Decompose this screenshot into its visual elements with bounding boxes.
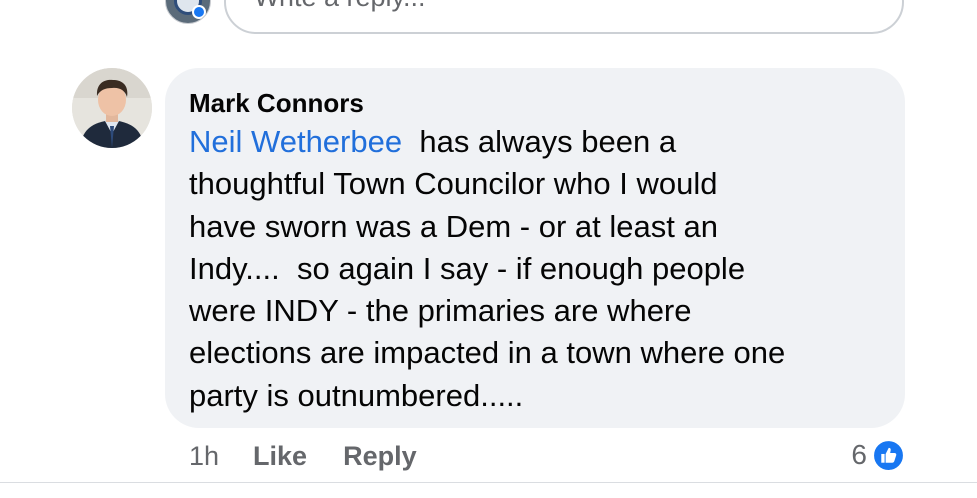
reaction-summary[interactable]: 6 [851,437,905,473]
comment-timestamp[interactable]: 1h [189,441,219,472]
divider [0,482,977,483]
write-reply-input[interactable] [224,0,904,34]
like-reaction-icon [872,438,905,472]
comment-actions: 1h Like Reply [189,438,453,474]
current-user-avatar[interactable] [165,0,211,24]
comment-body: has always been a thoughtful Town Counci… [189,124,786,413]
like-button[interactable]: Like [253,441,307,472]
reaction-count: 6 [851,439,867,470]
comment-author-name[interactable]: Mark Connors [189,88,883,118]
person-photo-icon [72,68,152,148]
comment-text: Neil Wetherbee has always been a thought… [189,121,883,417]
commenter-avatar[interactable] [72,68,152,148]
verified-badge-icon [192,5,206,19]
reply-button[interactable]: Reply [343,441,417,472]
comment-bubble: Mark Connors Neil Wetherbee has always b… [165,68,905,428]
mention-link[interactable]: Neil Wetherbee [189,124,402,159]
